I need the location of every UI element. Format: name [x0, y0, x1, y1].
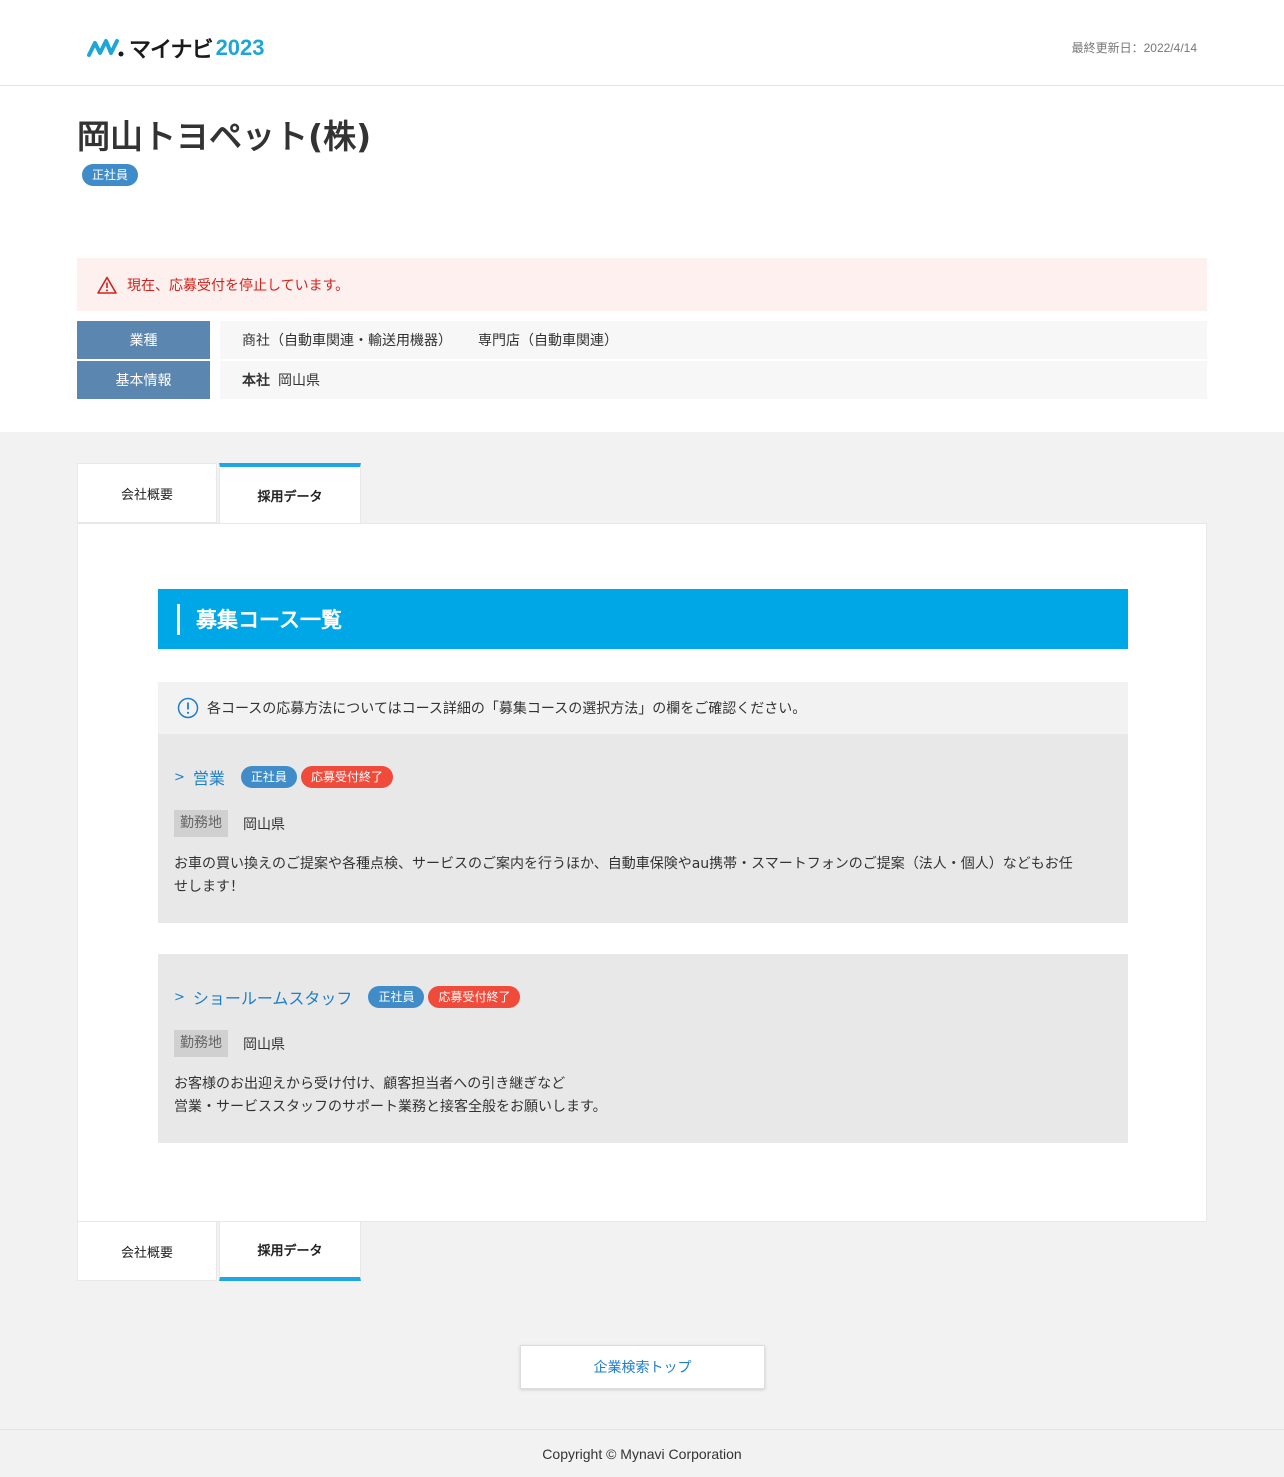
chevron-right-icon: >	[174, 989, 185, 1005]
logo-year: 2023	[215, 35, 265, 60]
course-title-row: > ショールームスタッフ 正社員 応募受付終了	[174, 985, 521, 1009]
application-closed-alert: 現在、応募受付を停止しています。	[77, 258, 1207, 311]
heading-bar	[177, 603, 180, 635]
tabs-top: 会社概要 採用データ	[77, 463, 361, 524]
chevron-right-icon: >	[174, 769, 185, 785]
course-description: お客様のお出迎えから受け付け、顧客担当者への引き継ぎなど 営業・サービススタッフ…	[174, 1076, 607, 1115]
site-header: マイナビ 2023 最終更新日：2022/4/14	[0, 0, 1284, 86]
mynavi-mark-icon	[87, 39, 124, 57]
basic-info-row: 基本情報 本社 岡山県	[77, 361, 1207, 399]
hq-value: 岡山県	[278, 373, 320, 389]
industry-value: 商社（自動車関連・輸送用機器） 専門店（自動車関連）	[220, 321, 1207, 359]
course-card: > ショールームスタッフ 正社員 応募受付終了 勤務地 岡山県 お客様のお出迎え…	[158, 954, 1128, 1143]
warning-icon	[97, 276, 117, 294]
employment-badge: 正社員	[240, 766, 297, 788]
course-card: > 営業 正社員 応募受付終了 勤務地 岡山県 お車の買い換えのご提案や各種点検…	[158, 734, 1128, 923]
location-row: 勤務地 岡山県	[174, 810, 285, 837]
status-badge: 応募受付終了	[428, 986, 521, 1008]
location-label: 勤務地	[174, 810, 228, 837]
industry-row: 業種 商社（自動車関連・輸送用機器） 専門店（自動車関連）	[77, 321, 1207, 359]
status-badge: 応募受付終了	[300, 766, 393, 788]
course-title-link[interactable]: 営業	[193, 765, 225, 789]
tab-recruit-data[interactable]: 採用データ	[219, 1221, 361, 1281]
company-search-top-button[interactable]: 企業検索トップ	[520, 1345, 765, 1389]
company-name: 岡山トヨペット(株)	[77, 117, 372, 156]
employment-badge: 正社員	[82, 164, 139, 186]
course-description: お車の買い換えのご提案や各種点検、サービスのご案内を行うほか、自動車保険やau携…	[174, 856, 1073, 895]
industry-label: 業種	[77, 321, 210, 359]
basic-info-label: 基本情報	[77, 361, 210, 399]
copyright-footer: Copyright © Mynavi Corporation	[0, 1429, 1284, 1477]
location-label: 勤務地	[174, 1030, 228, 1057]
alert-text: 現在、応募受付を停止しています。	[127, 277, 350, 294]
tab-company-overview[interactable]: 会社概要	[77, 1221, 217, 1281]
tab-recruit-data[interactable]: 採用データ	[219, 463, 361, 524]
company-summary: 岡山トヨペット(株) 正社員 現在、応募受付を停止しています。 業種 商社（自動…	[0, 86, 1284, 432]
industry-value-1: 商社（自動車関連・輸送用機器）	[242, 333, 452, 349]
section-title: 募集コース一覧	[196, 608, 342, 632]
basic-info-value: 本社 岡山県	[220, 361, 1207, 399]
course-notice: 各コースの応募方法についてはコース詳細の「募集コースの選択方法」の欄をご確認くだ…	[158, 682, 1128, 734]
industry-value-2: 専門店（自動車関連）	[478, 333, 618, 349]
location-row: 勤務地 岡山県	[174, 1030, 285, 1057]
logo-text: マイナビ	[129, 37, 214, 62]
location-value: 岡山県	[243, 1036, 285, 1053]
recruit-panel: 募集コース一覧 各コースの応募方法についてはコース詳細の「募集コースの選択方法」…	[77, 523, 1207, 1222]
company-info-table: 業種 商社（自動車関連・輸送用機器） 専門店（自動車関連） 基本情報 本社 岡山…	[77, 321, 1207, 401]
tabs-bottom: 会社概要 採用データ	[77, 1221, 361, 1282]
tab-company-overview[interactable]: 会社概要	[77, 463, 217, 523]
info-circle-icon	[177, 697, 199, 719]
course-title-link[interactable]: ショールームスタッフ	[193, 985, 353, 1009]
mynavi-logo[interactable]: マイナビ 2023	[87, 34, 265, 62]
last-updated: 最終更新日：2022/4/14	[1071, 41, 1197, 55]
employment-badge: 正社員	[368, 986, 425, 1008]
notice-text: 各コースの応募方法についてはコース詳細の「募集コースの選択方法」の欄をご確認くだ…	[207, 701, 807, 717]
hq-label: 本社	[242, 373, 270, 389]
location-value: 岡山県	[243, 816, 285, 833]
course-list-heading: 募集コース一覧	[158, 589, 1128, 649]
course-title-row: > 営業 正社員 応募受付終了	[174, 765, 393, 789]
